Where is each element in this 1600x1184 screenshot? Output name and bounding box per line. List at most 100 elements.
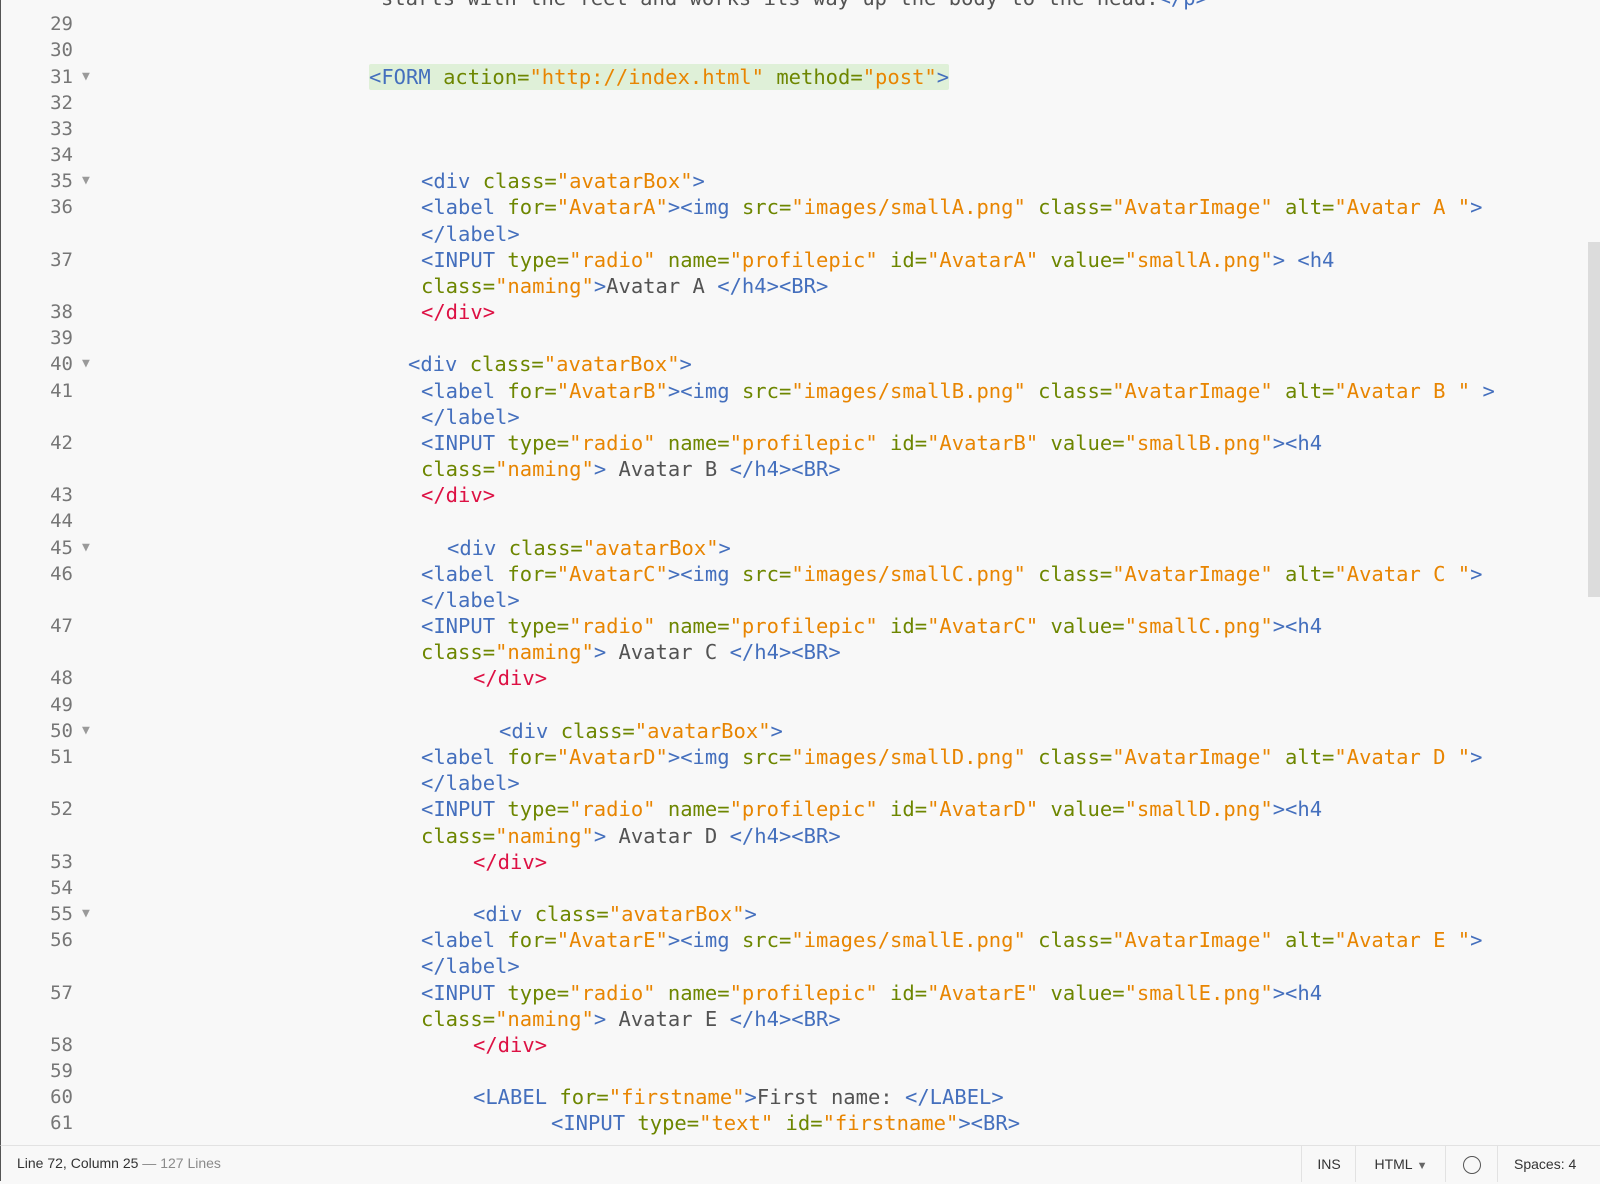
code-token: </div>: [421, 300, 496, 325]
code-line[interactable]: 29: [1, 11, 1589, 37]
code-line[interactable]: 58 </div>: [1, 1032, 1589, 1058]
code-line[interactable]: 36 <label for="AvatarA"><img src="images/…: [1, 194, 1589, 220]
code-token: class=: [1038, 744, 1113, 769]
code-text: <INPUT type="radio" name="profilepic" id…: [421, 430, 1322, 456]
language-select[interactable]: HTML ▼: [1355, 1146, 1446, 1182]
code-line[interactable]: class="naming">Avatar A </h4><BR>: [1, 273, 1589, 299]
code-line[interactable]: 31 ▼ <FORM action="http://index.html" meth…: [1, 63, 1589, 90]
lint-status[interactable]: [1445, 1146, 1498, 1182]
code-token: ><h4: [1272, 614, 1323, 639]
code-line[interactable]: 49: [1, 692, 1589, 718]
code-line[interactable]: </label>: [1, 770, 1589, 796]
code-line[interactable]: class="naming"> Avatar E </h4><BR>: [1, 1006, 1589, 1032]
code-line[interactable]: starts with the feet and works its way u…: [1, 0, 1589, 11]
scrollbar-thumb[interactable]: [1588, 242, 1600, 597]
code-line[interactable]: 33: [1, 116, 1589, 142]
code-line[interactable]: 59: [1, 1058, 1589, 1084]
code-line[interactable]: 57 <INPUT type="radio" name="profilepic" …: [1, 980, 1589, 1006]
code-line[interactable]: 48 </div>: [1, 665, 1589, 691]
code-token: >: [936, 64, 950, 89]
code-line[interactable]: 41 <label for="AvatarB"><img src="images/…: [1, 378, 1589, 404]
cursor-position[interactable]: Line 72, Column 25 — 127 Lines: [17, 1155, 221, 1171]
fold-arrow-icon[interactable]: ▼: [82, 535, 90, 561]
fold-arrow-icon[interactable]: ▼: [82, 64, 90, 90]
code-token: starts with the feet and works its way u…: [381, 0, 1159, 10]
code-line[interactable]: 34: [1, 142, 1589, 168]
code-token: class=: [482, 169, 557, 194]
code-line[interactable]: 38 </div>: [1, 299, 1589, 325]
code-token: id=: [890, 980, 928, 1005]
code-token: <INPUT: [551, 1111, 638, 1136]
fold-arrow-icon[interactable]: ▼: [82, 718, 90, 744]
code-token: value=: [1050, 797, 1125, 822]
code-line[interactable]: </label>: [1, 221, 1589, 247]
line-number: 47: [50, 615, 73, 638]
code-token: for=: [507, 561, 557, 586]
code-line[interactable]: 54: [1, 875, 1589, 901]
code-token: class=: [1038, 561, 1113, 586]
code-line[interactable]: </label>: [1, 404, 1589, 430]
fold-arrow-icon[interactable]: ▼: [82, 351, 90, 377]
code-token: "firstname": [822, 1111, 959, 1136]
code-text: class="naming"> Avatar D </h4><BR>: [421, 823, 841, 849]
code-line[interactable]: class="naming"> Avatar D </h4><BR>: [1, 823, 1589, 849]
code-token: "AvatarE": [927, 980, 1039, 1005]
insert-mode-toggle[interactable]: INS: [1301, 1146, 1356, 1182]
code-line[interactable]: </label>: [1, 953, 1589, 979]
code-line[interactable]: 30: [1, 37, 1589, 63]
code-token: type=: [507, 247, 570, 272]
code-text: </label>: [421, 953, 520, 979]
code-line[interactable]: 46 <label for="AvatarC"><img src="images/…: [1, 561, 1589, 587]
code-line[interactable]: 44: [1, 508, 1589, 534]
code-line[interactable]: 51 <label for="AvatarD"><img src="images/…: [1, 744, 1589, 770]
code-token: </div>: [421, 483, 496, 508]
code-text: <INPUT type="text" id="firstname"><BR>: [551, 1110, 1020, 1136]
line-number: 57: [50, 981, 73, 1004]
code-line[interactable]: 60 <LABEL for="firstname">First name: </L…: [1, 1084, 1589, 1110]
code-line[interactable]: 45 ▼ <div class="avatarBox">: [1, 535, 1589, 561]
code-token: method=: [776, 64, 863, 89]
code-line[interactable]: 56 <label for="AvatarE"><img src="images/…: [1, 927, 1589, 953]
code-line[interactable]: 43 </div>: [1, 482, 1589, 508]
code-line[interactable]: 47 <INPUT type="radio" name="profilepic" …: [1, 613, 1589, 639]
code-line[interactable]: 42 <INPUT type="radio" name="profilepic" …: [1, 430, 1589, 456]
code-token: alt=: [1285, 928, 1335, 953]
fold-arrow-icon[interactable]: ▼: [82, 901, 90, 927]
code-token: >: [1470, 195, 1483, 220]
code-token: id=: [890, 430, 928, 455]
code-line[interactable]: class="naming"> Avatar B </h4><BR>: [1, 456, 1589, 482]
code-lines[interactable]: starts with the feet and works its way u…: [1, 0, 1589, 1137]
code-line[interactable]: class="naming"> Avatar C </h4><BR>: [1, 639, 1589, 665]
code-token: Avatar A: [606, 273, 718, 298]
vertical-scrollbar[interactable]: [1588, 0, 1600, 1145]
code-token: "images/smallD.png": [791, 744, 1026, 769]
line-number: 38: [50, 301, 73, 324]
code-line[interactable]: 39: [1, 325, 1589, 351]
code-line[interactable]: 37 <INPUT type="radio" name="profilepic" …: [1, 247, 1589, 273]
code-line[interactable]: 52 <INPUT type="radio" name="profilepic" …: [1, 796, 1589, 822]
code-token: id=: [890, 247, 928, 272]
fold-arrow-icon[interactable]: ▼: [82, 168, 90, 194]
line-number: 44: [50, 510, 73, 533]
code-line[interactable]: 40 ▼ <div class="avatarBox">: [1, 351, 1589, 377]
code-line[interactable]: 61 <INPUT type="text" id="firstname"><BR>: [1, 1110, 1589, 1136]
indent-setting[interactable]: Spaces: 4: [1497, 1146, 1600, 1182]
code-editor[interactable]: starts with the feet and works its way u…: [0, 0, 1600, 1145]
code-token: class=: [421, 640, 496, 665]
code-line[interactable]: 50 ▼ <div class="avatarBox">: [1, 718, 1589, 744]
code-line[interactable]: 35 ▼ <div class="avatarBox">: [1, 168, 1589, 194]
code-text: class="naming">Avatar A </h4><BR>: [421, 273, 828, 299]
code-token: "radio": [569, 430, 656, 455]
code-line[interactable]: </label>: [1, 587, 1589, 613]
code-line[interactable]: 55 ▼ <div class="avatarBox">: [1, 901, 1589, 927]
code-line[interactable]: 53 </div>: [1, 849, 1589, 875]
code-line[interactable]: 32: [1, 90, 1589, 116]
code-text: starts with the feet and works its way u…: [381, 0, 1208, 11]
